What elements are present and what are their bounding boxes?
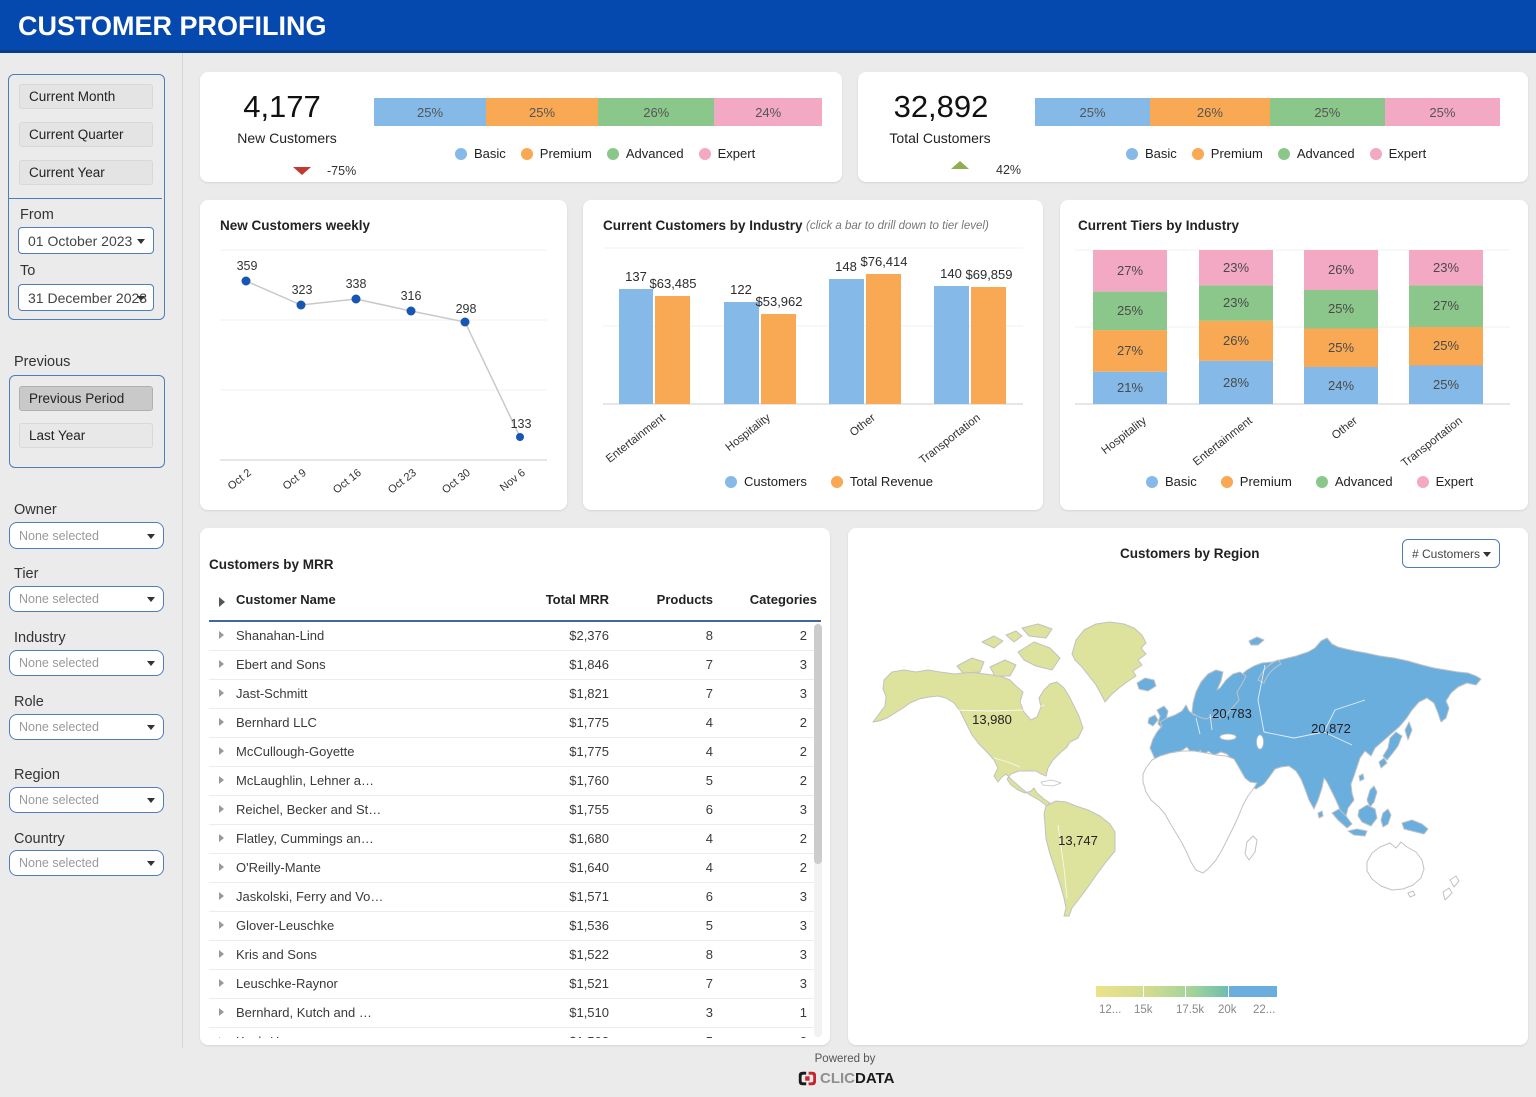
svg-text:Transportation: Transportation <box>1399 415 1464 470</box>
svg-text:Other: Other <box>1330 415 1360 442</box>
svg-text:298: 298 <box>456 302 477 316</box>
svg-text:338: 338 <box>346 277 367 291</box>
svg-text:Hospitality: Hospitality <box>724 412 773 454</box>
svg-text:133: 133 <box>511 417 532 431</box>
svg-text:Transportation: Transportation <box>917 412 982 467</box>
svg-text:316: 316 <box>401 289 422 303</box>
svg-text:148: 148 <box>835 259 857 274</box>
svg-text:13,747: 13,747 <box>1058 833 1098 848</box>
svg-text:137: 137 <box>625 269 647 284</box>
svg-text:23%: 23% <box>1433 260 1459 275</box>
svg-text:26%: 26% <box>1223 333 1249 348</box>
svg-text:Oct 30: Oct 30 <box>440 467 473 496</box>
svg-text:24%: 24% <box>1328 378 1354 393</box>
svg-text:Oct 9: Oct 9 <box>281 467 309 493</box>
svg-text:$53,962: $53,962 <box>756 294 803 309</box>
svg-text:Hospitality: Hospitality <box>1100 415 1149 457</box>
svg-text:$63,485: $63,485 <box>650 276 697 291</box>
svg-text:Other: Other <box>848 412 878 439</box>
svg-text:Entertainment: Entertainment <box>604 411 668 465</box>
svg-text:13,980: 13,980 <box>972 712 1012 727</box>
svg-text:25%: 25% <box>1433 338 1459 353</box>
svg-text:26%: 26% <box>1328 262 1354 277</box>
svg-text:21%: 21% <box>1117 380 1143 395</box>
svg-text:25%: 25% <box>1328 301 1354 316</box>
svg-text:140: 140 <box>940 266 962 281</box>
svg-text:28%: 28% <box>1223 375 1249 390</box>
svg-text:$69,859: $69,859 <box>966 267 1013 282</box>
svg-text:20,872: 20,872 <box>1311 721 1351 736</box>
svg-text:$76,414: $76,414 <box>861 254 908 269</box>
svg-text:23%: 23% <box>1223 295 1249 310</box>
svg-text:Oct 16: Oct 16 <box>331 467 364 496</box>
svg-text:27%: 27% <box>1433 298 1459 313</box>
svg-text:27%: 27% <box>1117 263 1143 278</box>
svg-text:25%: 25% <box>1328 340 1354 355</box>
svg-text:25%: 25% <box>1433 377 1459 392</box>
svg-text:27%: 27% <box>1117 343 1143 358</box>
svg-text:Entertainment: Entertainment <box>1191 414 1255 468</box>
svg-text:25%: 25% <box>1117 303 1143 318</box>
svg-text:323: 323 <box>292 283 313 297</box>
svg-text:20,783: 20,783 <box>1212 706 1252 721</box>
svg-text:23%: 23% <box>1223 260 1249 275</box>
svg-text:122: 122 <box>730 282 752 297</box>
svg-text:Oct 2: Oct 2 <box>226 467 254 493</box>
svg-text:Oct 23: Oct 23 <box>386 467 419 496</box>
svg-text:359: 359 <box>237 259 258 273</box>
svg-text:Nov 6: Nov 6 <box>498 467 528 494</box>
